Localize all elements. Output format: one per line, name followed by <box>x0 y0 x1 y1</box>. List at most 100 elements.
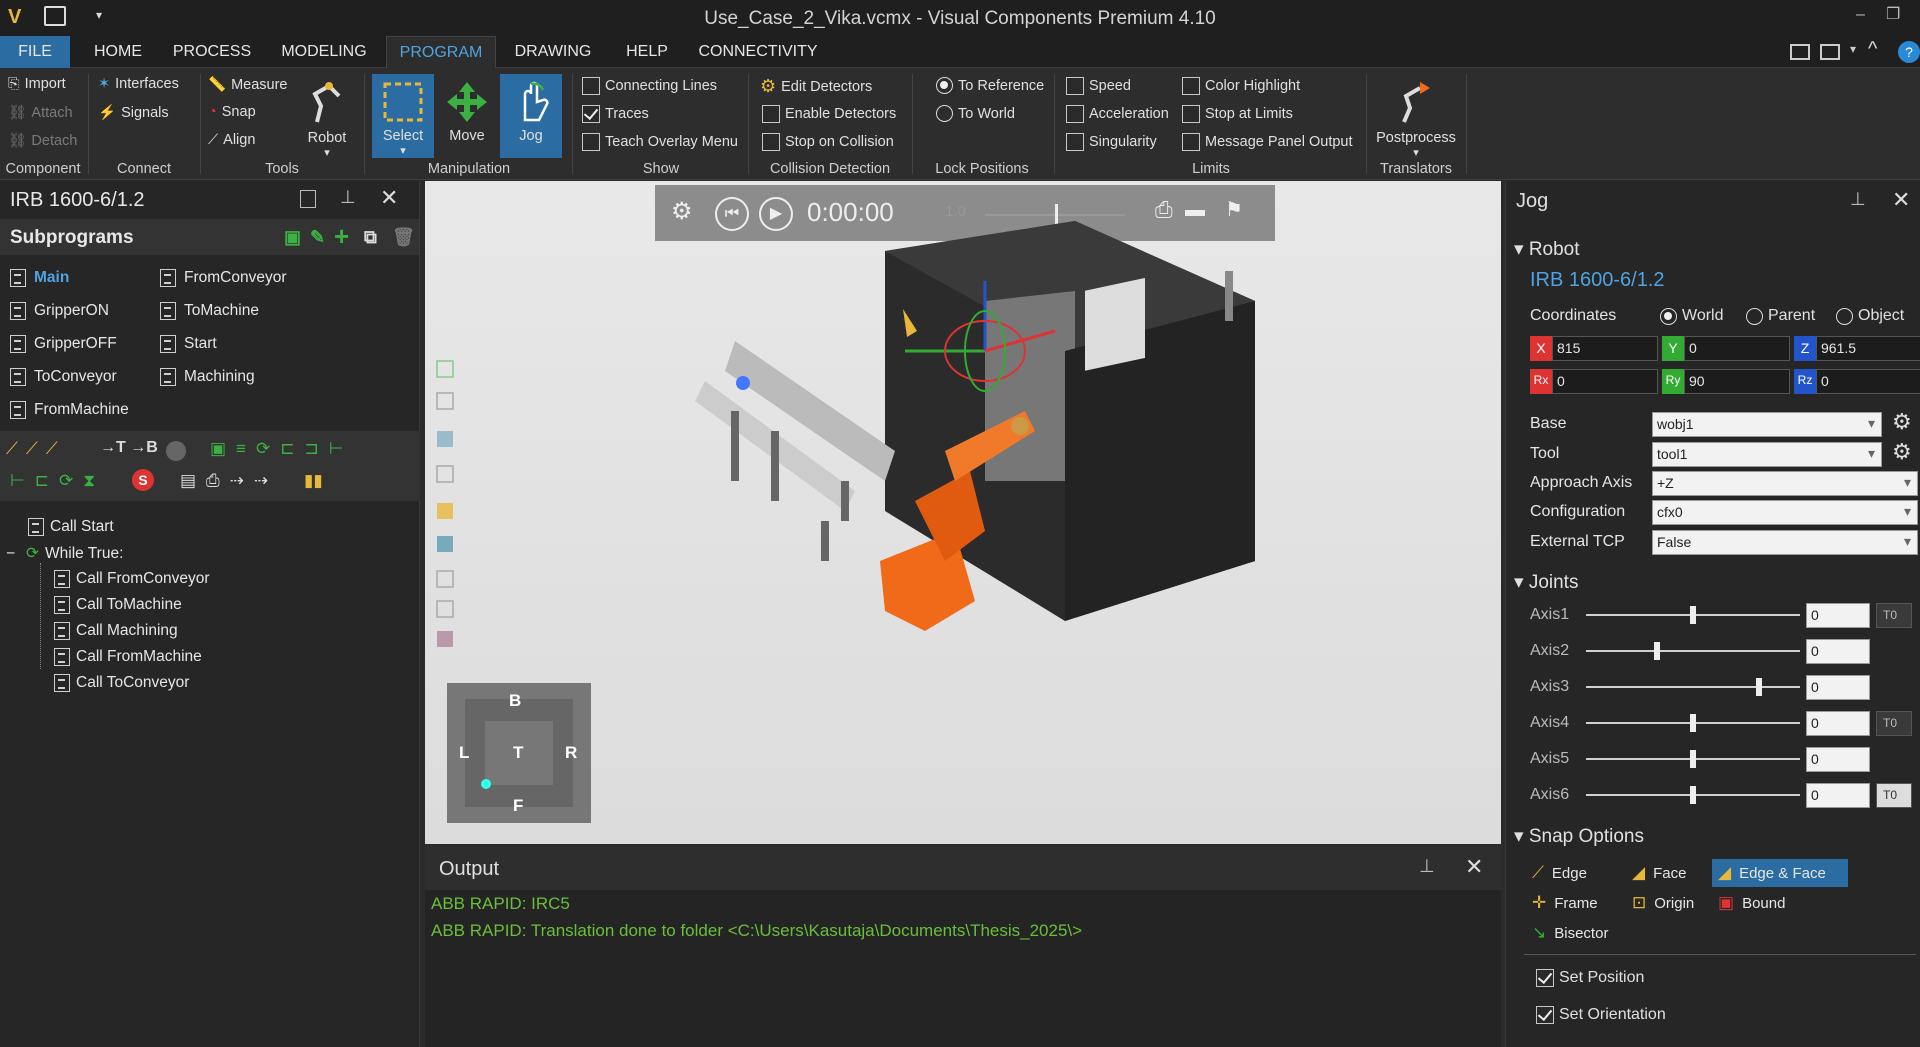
stop-statement-icon[interactable]: S <box>132 469 154 491</box>
snap-frame-button[interactable]: ✛ Frame <box>1526 889 1604 917</box>
snap-button[interactable]: ◔ Snap <box>208 104 256 120</box>
subprogram-tomachine[interactable]: ToMachine <box>160 302 259 320</box>
align-button[interactable]: ⟋ Align <box>208 132 255 148</box>
subprogram-toconveyor[interactable]: ToConveyor <box>10 368 117 386</box>
pin-icon[interactable]: ⊥ <box>340 187 356 208</box>
base-dropdown[interactable]: wobj1 <box>1652 412 1882 437</box>
stop-on-collision-checkbox[interactable]: Stop on Collision <box>762 133 894 151</box>
nav-cube-front[interactable]: F <box>513 796 523 816</box>
flow-statement-icons[interactable]: ▣≡⟳⊏⊐⊢ <box>210 439 354 459</box>
axis6-field[interactable]: 0 <box>1806 783 1870 808</box>
axis3-field[interactable]: 0 <box>1806 675 1870 700</box>
record-icon[interactable] <box>166 441 186 461</box>
tab-file[interactable]: FILE <box>0 36 70 68</box>
detach-button[interactable]: ⛓ Detach <box>8 132 77 150</box>
attach-button[interactable]: ⛓ Attach <box>8 104 73 122</box>
export-icon[interactable] <box>300 190 316 208</box>
tree-call-start[interactable]: Call Start <box>28 518 114 536</box>
approach-axis-dropdown[interactable]: +Z <box>1652 471 1918 496</box>
axis1-to-stepper[interactable]: T0 <box>1876 603 1912 628</box>
snap-edge-face-button[interactable]: ◢ Edge & Face <box>1712 859 1848 887</box>
tool-settings-gear-icon[interactable]: ⚙ <box>1892 439 1912 465</box>
nav-cube-left[interactable]: L <box>459 743 469 763</box>
axis6-to-stepper[interactable]: T0 <box>1876 783 1912 808</box>
rz-field[interactable]: 0 <box>1816 369 1920 394</box>
axis3-slider-thumb[interactable] <box>1756 678 1762 696</box>
color-highlight-checkbox[interactable]: Color Highlight <box>1182 77 1300 95</box>
control-statement-icons[interactable]: ⊢⊏⟳⧗ <box>10 471 105 491</box>
tree-call-machining[interactable]: Call Machining <box>54 622 178 640</box>
coord-parent-radio[interactable]: Parent <box>1746 307 1815 325</box>
select-button[interactable]: Select ▾ <box>372 74 434 158</box>
axis6-slider[interactable] <box>1586 786 1800 804</box>
delete-icon[interactable]: 🗑 <box>392 227 415 248</box>
tab-home[interactable]: HOME <box>86 36 150 68</box>
axis5-slider[interactable] <box>1586 750 1800 768</box>
tool-base-statement-icons[interactable]: →T →B <box>100 439 158 457</box>
base-settings-gear-icon[interactable]: ⚙ <box>1892 409 1912 435</box>
minimize-icon[interactable]: – <box>1856 6 1865 24</box>
copy-icon[interactable]: ⧉ <box>364 227 377 248</box>
acceleration-checkbox[interactable]: Acceleration <box>1066 105 1169 123</box>
measure-button[interactable]: 📏 Measure <box>208 76 287 94</box>
panels-icon[interactable] <box>1820 44 1840 60</box>
tab-connectivity[interactable]: CONNECTIVITY <box>694 36 822 68</box>
tree-call-toconveyor[interactable]: Call ToConveyor <box>54 674 189 692</box>
subprogram-frommachine[interactable]: FromMachine <box>10 401 129 419</box>
snap-options-section-toggle[interactable]: ▾ Snap Options <box>1514 825 1644 848</box>
axis5-field[interactable]: 0 <box>1806 747 1870 772</box>
axis2-slider[interactable] <box>1586 642 1800 660</box>
pin-icon[interactable]: ⊥ <box>1850 189 1866 210</box>
rx-field[interactable]: 0 <box>1552 369 1658 394</box>
singularity-checkbox[interactable]: Singularity <box>1066 133 1157 151</box>
coord-world-radio[interactable]: World <box>1660 307 1724 325</box>
nav-cube-back[interactable]: B <box>509 691 521 711</box>
connecting-lines-checkbox[interactable]: Connecting Lines <box>582 77 717 95</box>
y-field[interactable]: 0 <box>1684 336 1790 361</box>
axis6-slider-thumb[interactable] <box>1690 786 1696 804</box>
configuration-dropdown[interactable]: cfx0 <box>1652 500 1918 525</box>
help-icon[interactable]: ? <box>1898 41 1920 63</box>
tab-program[interactable]: PROGRAM <box>386 36 496 68</box>
subprogram-start[interactable]: Start <box>160 335 217 353</box>
external-tcp-dropdown[interactable]: False <box>1652 530 1918 555</box>
statistics-icon[interactable]: ▮▮ <box>304 471 323 491</box>
stop-at-limits-checkbox[interactable]: Stop at Limits <box>1182 105 1293 123</box>
panels-dropdown-icon[interactable]: ▾ <box>1850 42 1856 56</box>
jog-button[interactable]: Jog <box>500 74 562 158</box>
axis2-field[interactable]: 0 <box>1806 639 1870 664</box>
edit-subprogram-icon[interactable]: ✎ <box>310 227 325 248</box>
new-subprogram-icon[interactable]: ▣ <box>284 227 301 248</box>
set-orientation-checkbox[interactable]: Set Orientation <box>1536 1006 1666 1024</box>
axis4-slider[interactable] <box>1586 714 1800 732</box>
subprogram-main[interactable]: Main <box>10 269 69 287</box>
tab-process[interactable]: PROCESS <box>170 36 254 68</box>
tree-while-true[interactable]: − ⟳ While True: <box>6 544 123 563</box>
enable-detectors-checkbox[interactable]: Enable Detectors <box>762 105 896 123</box>
teach-overlay-checkbox[interactable]: Teach Overlay Menu <box>582 133 738 151</box>
to-reference-radio[interactable]: To Reference <box>936 77 1044 94</box>
close-icon[interactable]: ✕ <box>1892 187 1910 213</box>
robot-section-toggle[interactable]: ▾ Robot <box>1514 238 1580 261</box>
speed-checkbox[interactable]: Speed <box>1066 77 1131 95</box>
restore-icon[interactable]: ❐ <box>1886 4 1900 24</box>
layout-icon[interactable] <box>1790 44 1810 60</box>
close-icon[interactable]: ✕ <box>1465 854 1483 880</box>
axis2-slider-thumb[interactable] <box>1654 642 1660 660</box>
joints-section-toggle[interactable]: ▾ Joints <box>1514 571 1578 594</box>
set-position-checkbox[interactable]: Set Position <box>1536 969 1644 987</box>
move-button[interactable]: Move <box>436 74 498 158</box>
axis1-slider-thumb[interactable] <box>1690 606 1696 624</box>
to-world-radio[interactable]: To World <box>936 105 1015 122</box>
axis1-field[interactable]: 0 <box>1806 603 1870 628</box>
snap-bound-button[interactable]: ▣ Bound <box>1712 889 1791 917</box>
subprogram-fromconveyor[interactable]: FromConveyor <box>160 269 287 287</box>
nav-cube-top[interactable]: T <box>513 743 523 763</box>
axis1-slider[interactable] <box>1586 606 1800 624</box>
snap-origin-button[interactable]: ⊡ Origin <box>1626 889 1700 917</box>
misc-statement-icons[interactable]: ▤⎙⇢⇢ <box>180 471 278 491</box>
interfaces-button[interactable]: ✶ Interfaces <box>98 76 179 92</box>
traces-checkbox[interactable]: Traces <box>582 105 649 123</box>
3d-viewport[interactable]: ⚙ ⏮ ▶ 0:00:00 1.0 ⎙ ▬ ⚑ B L T R F <box>425 181 1501 844</box>
subprogram-gripperoff[interactable]: GripperOFF <box>10 335 117 353</box>
